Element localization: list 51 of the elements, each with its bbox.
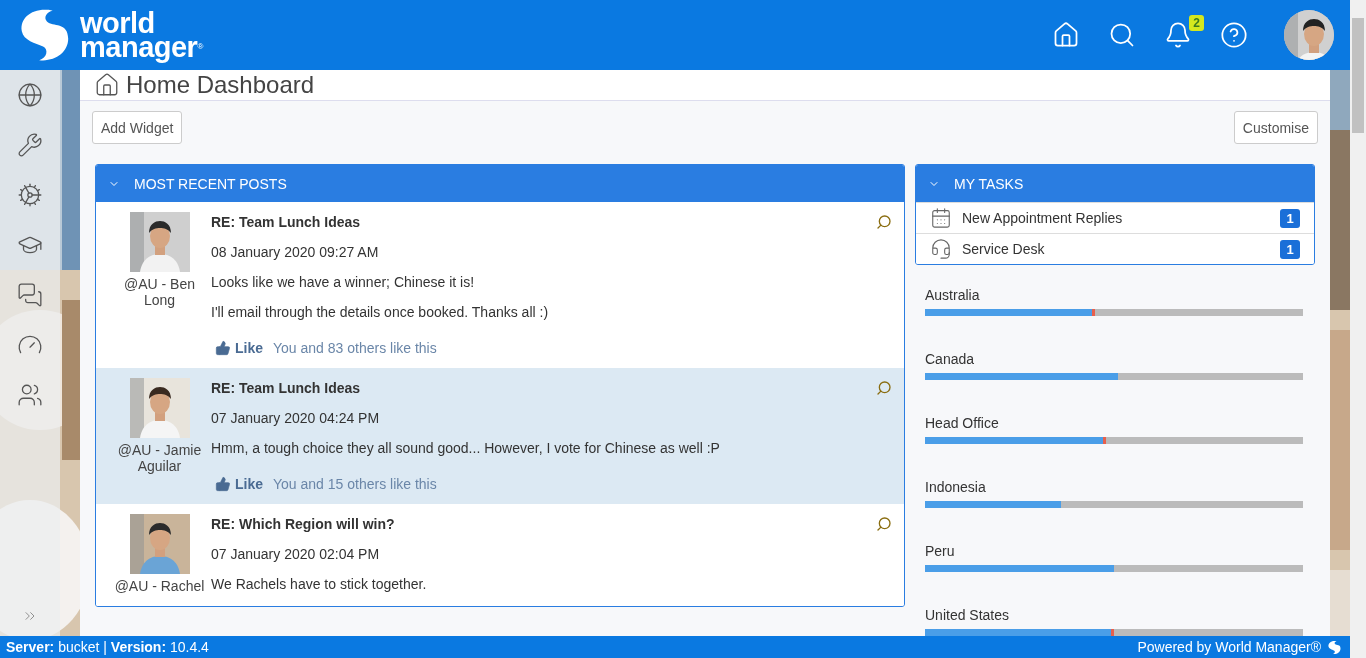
help-button[interactable] (1220, 21, 1248, 49)
post-title: RE: Which Region will win? (211, 516, 395, 532)
notifications-button[interactable] (1164, 21, 1192, 49)
region-name: Australia (925, 287, 981, 303)
thumbs-up-icon (215, 476, 231, 492)
tools-icon[interactable] (17, 132, 43, 158)
magnifier-icon[interactable] (876, 214, 892, 230)
likes-count: You and 83 others like this (273, 340, 437, 356)
home-button[interactable] (1052, 21, 1080, 49)
region-name: Indonesia (925, 479, 987, 495)
home-icon (94, 72, 120, 98)
post-date: 07 January 2020 04:24 PM (211, 410, 381, 426)
search-button[interactable] (1108, 21, 1136, 49)
server-info: Server: bucket | Version: 10.4.4 (6, 639, 209, 655)
post-date: 07 January 2020 02:04 PM (211, 546, 381, 562)
thumbs-up-icon (215, 340, 231, 356)
add-widget-button[interactable]: Add Widget (92, 111, 183, 144)
post-title: RE: Team Lunch Ideas (211, 214, 361, 230)
region-name: Peru (925, 543, 956, 559)
task-item[interactable]: Service Desk 1 (916, 233, 1314, 264)
post-title: RE: Team Lunch Ideas (211, 380, 361, 396)
scrollbar[interactable] (1350, 0, 1366, 658)
post-text: We Rachels have to stick together. (211, 576, 428, 592)
post-author: @AU - Ben Long (123, 276, 196, 308)
region-name: Canada (925, 351, 976, 367)
customise-button[interactable]: Customise (1233, 111, 1318, 144)
page-title: Home Dashboard (126, 71, 315, 99)
region-name: Head Office (925, 415, 1000, 431)
headset-icon (930, 238, 952, 260)
widget-title: MY TASKS (954, 175, 1024, 192)
region-name: United States (925, 607, 1011, 623)
notification-badge: 2 (1189, 15, 1204, 31)
chat-icon[interactable] (17, 282, 43, 308)
like-button[interactable]: Like (211, 340, 263, 356)
logo-text: world (80, 11, 156, 35)
logo-icon (1327, 639, 1342, 655)
widget-title: MOST RECENT POSTS (134, 175, 287, 192)
calendar-icon (930, 207, 952, 229)
magnifier-icon[interactable] (876, 380, 892, 396)
post-author: @AU - Jamie Aguilar (116, 442, 203, 474)
post-date: 08 January 2020 09:27 AM (211, 244, 380, 260)
post-text: I'll email through the details once booked. Thanks all :) (211, 304, 550, 320)
people-icon[interactable] (17, 382, 43, 408)
post-text: Hmm, a tough choice they all sound good... However, I vote for Chinese as well :P (211, 440, 721, 456)
likes-count: You and 15 others like this (273, 476, 437, 492)
post-author: @AU - Rachel (114, 578, 205, 594)
like-button[interactable]: Like (211, 476, 263, 492)
powered-by: Powered by World Manager® (1137, 639, 1321, 655)
post-text: Looks like we have a winner; Chinese it is! (211, 274, 476, 290)
user-avatar[interactable] (1284, 10, 1334, 60)
magnifier-icon[interactable] (876, 516, 892, 532)
